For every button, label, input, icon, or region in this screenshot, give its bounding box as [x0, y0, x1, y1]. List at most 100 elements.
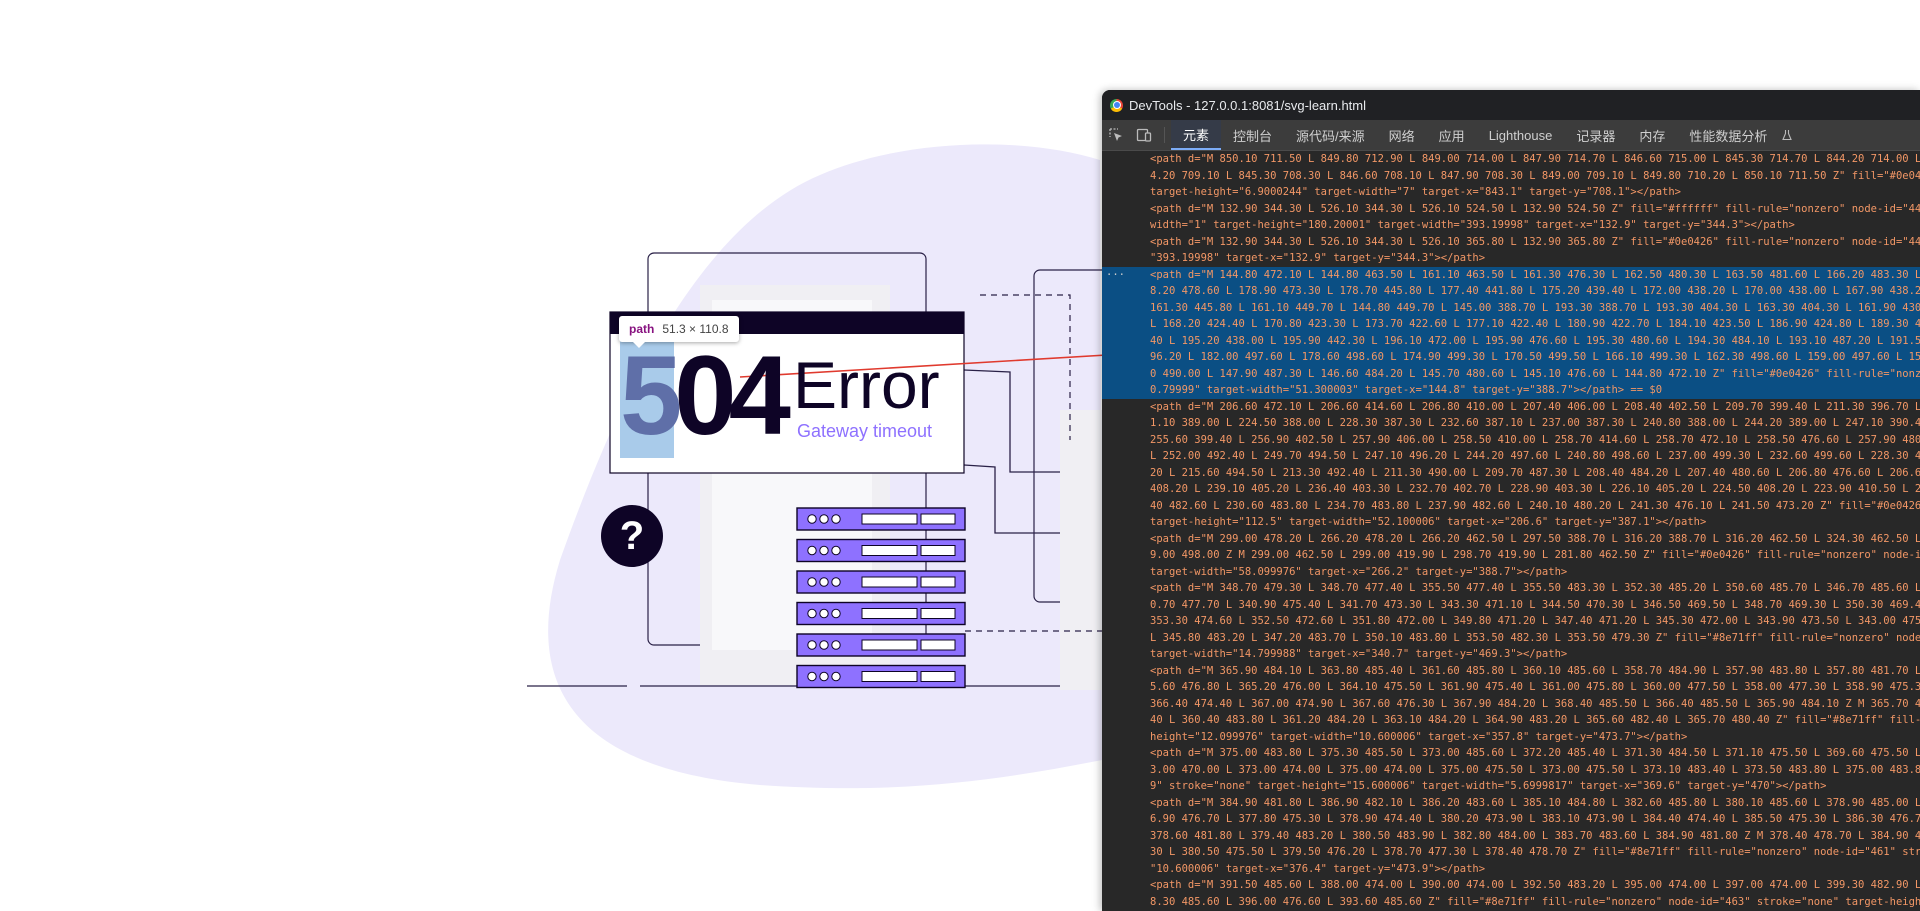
help-icon: ?: [601, 505, 663, 567]
dom-node-text: 255.60 399.40 L 256.90 402.50 L 257.90 4…: [1150, 433, 1920, 446]
inspect-element-icon[interactable]: [1102, 120, 1130, 150]
dom-node-text: <path d="M 375.00 483.80 L 375.30 485.50…: [1150, 747, 1920, 759]
error-subtitle: Gateway timeout: [797, 421, 933, 441]
dom-node-text: 161.30 445.80 L 161.10 449.70 L 144.80 4…: [1150, 301, 1920, 314]
tab-5[interactable]: Lighthouse: [1477, 120, 1565, 150]
dom-node-line[interactable]: <path d="M 391.50 485.60 L 388.00 474.00…: [1102, 877, 1920, 894]
dom-node-line[interactable]: height="12.099976" target-width="10.6000…: [1102, 729, 1920, 746]
dom-node-line[interactable]: <path d="M 132.90 344.30 L 526.10 344.30…: [1102, 234, 1920, 251]
dom-node-text: <path d="M 384.90 481.80 L 386.90 482.10…: [1150, 796, 1920, 809]
tooltip-size: 51.3 × 110.8: [662, 322, 729, 336]
dom-node-line[interactable]: <path d="M 206.60 472.10 L 206.60 414.60…: [1102, 399, 1920, 416]
dom-node-line[interactable]: "10.600006" target-x="376.4" target-y="4…: [1102, 861, 1920, 878]
dom-node-line[interactable]: 6.90 476.70 L 377.80 475.30 L 378.90 474…: [1102, 811, 1920, 828]
dom-node-line[interactable]: 161.30 445.80 L 161.10 449.70 L 144.80 4…: [1102, 299, 1920, 316]
dom-node-text: 9.00 498.00 Z M 299.00 462.50 L 299.00 4…: [1150, 549, 1920, 561]
dom-node-text: 40 L 195.20 438.00 L 195.90 442.30 L 196…: [1150, 334, 1920, 347]
tab-2[interactable]: 源代码/来源: [1284, 120, 1377, 150]
dom-node-line[interactable]: 40 L 195.20 438.00 L 195.90 442.30 L 196…: [1102, 332, 1920, 349]
dom-node-text: 40 L 360.40 483.80 L 361.20 484.20 L 363…: [1150, 714, 1920, 726]
dom-node-line[interactable]: 255.60 399.40 L 256.90 402.50 L 257.90 4…: [1102, 432, 1920, 449]
dom-node-line[interactable]: <path d="M 132.90 344.30 L 526.10 344.30…: [1102, 201, 1920, 218]
dom-node-line[interactable]: <path d="M 850.10 711.50 L 849.80 712.90…: [1102, 151, 1920, 168]
dom-node-line[interactable]: 0.70 477.70 L 340.90 475.40 L 341.70 473…: [1102, 597, 1920, 614]
tab-list: 元素 控制台 源代码/来源 网络 应用 Lighthouse 记录器 内存 性能数据分析: [1171, 120, 1779, 150]
chrome-logo-icon: [1110, 98, 1123, 112]
dom-node-line[interactable]: target-height="112.5" target-width="52.1…: [1102, 514, 1920, 531]
dom-node-line[interactable]: 8.30 485.60 L 396.00 476.60 L 393.60 485…: [1102, 894, 1920, 911]
dom-node-line[interactable]: target-width="58.099976" target-x="266.2…: [1102, 564, 1920, 581]
dom-node-line[interactable]: 0.79999" target-width="51.300003" target…: [1102, 382, 1920, 399]
dom-node-line[interactable]: L 252.00 492.40 L 249.70 494.50 L 247.10…: [1102, 448, 1920, 465]
element-tooltip: path 51.3 × 110.8: [619, 316, 739, 348]
dom-node-line[interactable]: 40 L 360.40 483.80 L 361.20 484.20 L 363…: [1102, 712, 1920, 729]
node-actions-icon[interactable]: ···: [1106, 267, 1125, 284]
dom-node-text: <path d="M 132.90 344.30 L 526.10 344.30…: [1150, 202, 1920, 215]
dom-node-line[interactable]: 353.30 474.60 L 352.50 472.60 L 351.80 4…: [1102, 613, 1920, 630]
dom-node-text: 5.60 476.80 L 365.20 476.00 L 364.10 475…: [1150, 681, 1920, 693]
devtools-window: DevTools - 127.0.0.1:8081/svg-learn.html…: [1102, 90, 1920, 911]
tab-1[interactable]: 控制台: [1221, 120, 1284, 150]
dom-node-line[interactable]: 96.20 L 182.00 497.60 L 178.60 498.60 L …: [1102, 349, 1920, 366]
dom-node-line[interactable]: <path d="M 299.00 478.20 L 266.20 478.20…: [1102, 531, 1920, 548]
dom-node-text: "393.19998" target-x="132.9" target-y="3…: [1150, 252, 1486, 264]
dom-node-line[interactable]: target-width="14.799988" target-x="340.7…: [1102, 646, 1920, 663]
server-unit: [796, 633, 966, 657]
error-code-rest: 04: [674, 333, 791, 458]
dom-node-line[interactable]: 5.60 476.80 L 365.20 476.00 L 364.10 475…: [1102, 679, 1920, 696]
dom-node-text: target-height="6.9000244" target-width="…: [1150, 186, 1682, 198]
dom-node-line[interactable]: 4.20 709.10 L 845.30 708.30 L 846.60 708…: [1102, 168, 1920, 185]
dom-node-text: 9" stroke="none" target-height="15.60000…: [1150, 780, 1827, 792]
dom-node-line[interactable]: 0 490.00 L 147.90 487.30 L 146.60 484.20…: [1102, 365, 1920, 382]
dom-node-line[interactable]: <path d="M 384.90 481.80 L 386.90 482.10…: [1102, 795, 1920, 812]
dom-node-text: 0.79999" target-width="51.300003" target…: [1150, 384, 1663, 396]
dom-node-text: 8.20 478.60 L 178.90 473.30 L 178.70 445…: [1150, 285, 1920, 297]
dom-node-text: <path d="M 850.10 711.50 L 849.80 712.90…: [1150, 153, 1920, 165]
dom-node-text: 8.30 485.60 L 396.00 476.60 L 393.60 485…: [1150, 895, 1920, 908]
dom-node-text: 6.90 476.70 L 377.80 475.30 L 378.90 474…: [1150, 813, 1920, 825]
dom-node-line[interactable]: 40 482.60 L 230.60 483.80 L 234.70 483.8…: [1102, 498, 1920, 515]
dom-node-line[interactable]: <path d="M 365.90 484.10 L 363.80 485.40…: [1102, 663, 1920, 680]
dom-node-text: <path d="M 144.80 472.10 L 144.80 463.50…: [1150, 268, 1920, 281]
elements-panel[interactable]: <path d="M 850.10 711.50 L 849.80 712.90…: [1102, 151, 1920, 911]
dom-node-text: L 168.20 424.40 L 170.80 423.30 L 173.70…: [1150, 318, 1920, 330]
tab-4[interactable]: 应用: [1427, 120, 1477, 150]
tab-7[interactable]: 内存: [1627, 120, 1677, 150]
dom-node-line[interactable]: 9.00 498.00 Z M 299.00 462.50 L 299.00 4…: [1102, 547, 1920, 564]
tab-8[interactable]: 性能数据分析: [1677, 120, 1779, 150]
dom-node-line[interactable]: 366.40 474.40 L 367.00 474.90 L 367.60 4…: [1102, 696, 1920, 713]
device-toolbar-icon[interactable]: [1130, 120, 1158, 150]
server-unit: [796, 570, 966, 594]
dom-node-line[interactable]: target-height="6.9000244" target-width="…: [1102, 184, 1920, 201]
dom-node-line[interactable]: 1.10 389.00 L 224.50 388.00 L 228.30 387…: [1102, 415, 1920, 432]
dom-node-line[interactable]: 8.20 478.60 L 178.90 473.30 L 178.70 445…: [1102, 283, 1920, 300]
dom-node-line[interactable]: 3.00 470.00 L 373.00 474.00 L 375.00 474…: [1102, 762, 1920, 779]
dom-node-text: <path d="M 132.90 344.30 L 526.10 344.30…: [1150, 235, 1920, 248]
dom-node-line[interactable]: 30 L 380.50 475.50 L 379.50 476.20 L 378…: [1102, 844, 1920, 861]
error-code: 504: [620, 333, 791, 458]
dom-node-line[interactable]: ··· <path d="M 144.80 472.10 L 144.80 463…: [1102, 266, 1920, 284]
dom-node-text: 1.10 389.00 L 224.50 388.00 L 228.30 387…: [1150, 417, 1920, 429]
dom-node-line[interactable]: 20 L 215.60 494.50 L 213.30 492.40 L 211…: [1102, 465, 1920, 482]
tab-6[interactable]: 记录器: [1564, 120, 1627, 150]
dom-node-text: <path d="M 365.90 484.10 L 363.80 485.40…: [1150, 664, 1920, 677]
dom-node-line[interactable]: <path d="M 348.70 479.30 L 348.70 477.40…: [1102, 580, 1920, 597]
dom-node-line[interactable]: width="1" target-height="180.20001" targ…: [1102, 217, 1920, 234]
dom-node-line[interactable]: 378.60 481.80 L 379.40 483.20 L 380.50 4…: [1102, 828, 1920, 845]
dom-node-text: <path d="M 348.70 479.30 L 348.70 477.40…: [1150, 582, 1920, 594]
dom-node-line[interactable]: 9" stroke="none" target-height="15.60000…: [1102, 778, 1920, 795]
devtools-titlebar: DevTools - 127.0.0.1:8081/svg-learn.html: [1102, 90, 1920, 120]
dom-node-line[interactable]: <path d="M 375.00 483.80 L 375.30 485.50…: [1102, 745, 1920, 762]
dom-node-line[interactable]: L 168.20 424.40 L 170.80 423.30 L 173.70…: [1102, 316, 1920, 333]
devtools-tabbar: 元素 控制台 源代码/来源 网络 应用 Lighthouse 记录器 内存 性能数据分析: [1102, 120, 1920, 151]
server-unit: [796, 538, 966, 563]
dom-node-line[interactable]: "393.19998" target-x="132.9" target-y="3…: [1102, 250, 1920, 267]
tab-3[interactable]: 网络: [1377, 120, 1427, 150]
dom-node-line[interactable]: L 345.80 483.20 L 347.20 483.70 L 350.10…: [1102, 630, 1920, 647]
dom-node-text: 366.40 474.40 L 367.00 474.90 L 367.60 4…: [1150, 697, 1920, 710]
tab-0[interactable]: 元素: [1171, 120, 1222, 150]
dom-node-line[interactable]: 408.20 L 239.10 405.20 L 236.40 403.30 L…: [1102, 481, 1920, 498]
flask-icon[interactable]: [1779, 120, 1795, 150]
error-word: Error: [793, 348, 940, 422]
dom-node-text: 3.00 470.00 L 373.00 474.00 L 375.00 474…: [1150, 763, 1920, 776]
